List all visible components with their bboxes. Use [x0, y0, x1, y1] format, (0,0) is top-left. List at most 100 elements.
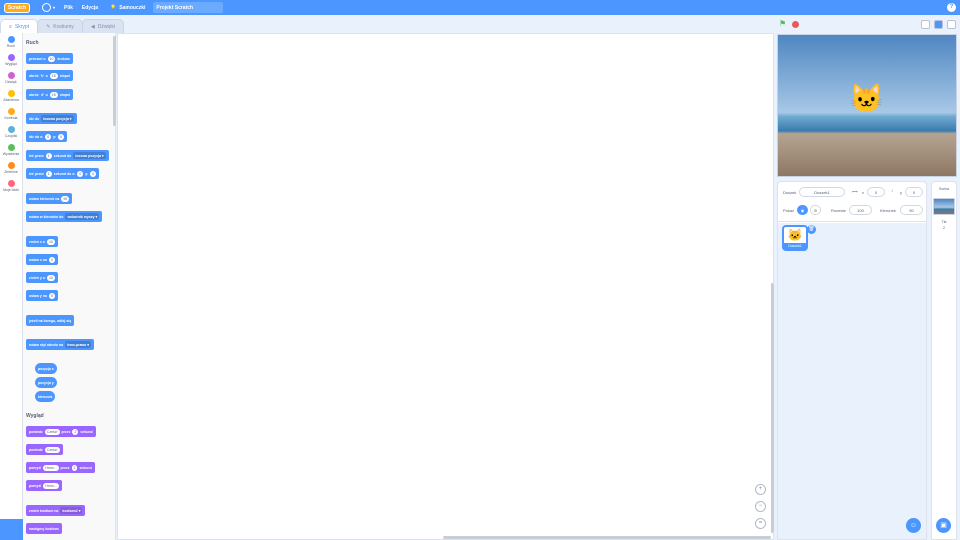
block-say-for[interactable]: powiedz Cześć! przez 2 sekund [26, 426, 96, 437]
language-globe-icon[interactable] [42, 3, 51, 12]
add-backdrop-button[interactable]: ▣ [936, 518, 951, 533]
project-title-input[interactable]: Projekt Scratch [153, 2, 224, 13]
add-extension-button[interactable] [0, 519, 23, 540]
palette-scrollbar[interactable] [113, 36, 116, 126]
menu-file[interactable]: Plik [64, 5, 73, 11]
category-dot-icon [7, 54, 15, 61]
block-text: idź do x: [29, 134, 44, 139]
help-icon[interactable]: ? [947, 3, 956, 12]
category-operators[interactable]: Wyrażenia [0, 141, 22, 159]
block-input[interactable]: Hmm... [43, 464, 59, 471]
show-visible-icon[interactable]: ◉ [797, 205, 808, 215]
add-sprite-button[interactable]: ☺ [906, 518, 921, 533]
x-input[interactable]: 0 [867, 187, 885, 197]
block-input[interactable]: 0 [90, 170, 97, 177]
block-change-x[interactable]: zmień x o 10 [26, 236, 58, 247]
tab-code[interactable]: ≡ Skrypt [0, 19, 39, 33]
block-rotation-style[interactable]: ustaw styl obrotu na lewo-prawo ▾ [26, 339, 95, 350]
block-think-for[interactable]: pomyśl Hmm... przez 2 sekund [26, 462, 95, 473]
block-turn-left[interactable]: obróć ↺ o 15 stopni [26, 89, 74, 100]
block-point-towards[interactable]: ustaw w kierunku do wskaźnik myszy ▾ [26, 211, 103, 222]
fullscreen-icon[interactable] [947, 20, 956, 29]
dropdown-value: losowa pozycja [75, 153, 101, 158]
zoom-reset-icon[interactable]: = [755, 518, 766, 529]
category-motion[interactable]: Ruch [0, 33, 22, 51]
block-input[interactable]: 1 [45, 152, 52, 159]
category-variables[interactable]: Zmienne [0, 159, 22, 177]
stage-selector[interactable]: Scena Tła 2 [931, 181, 957, 540]
normal-stage-icon[interactable] [934, 20, 943, 29]
block-dropdown[interactable]: wskaźnik myszy ▾ [65, 213, 100, 220]
block-input[interactable]: Cześć! [44, 428, 60, 435]
block-think[interactable]: pomyśl Hmm... [26, 480, 62, 491]
block-move[interactable]: przesuń o 10 kroków [26, 53, 73, 64]
category-sensing[interactable]: Czujniki [0, 123, 22, 141]
sprite-tile[interactable]: 🐱 Duszek1 🗑 [782, 225, 816, 251]
block-point-direction[interactable]: ustaw kierunek na 90 [26, 193, 73, 204]
block-input[interactable]: 2 [72, 428, 79, 435]
block-bounce[interactable]: jeżeli na brzegu, odbij się [26, 315, 75, 326]
block-dropdown[interactable]: losowa pozycja ▾ [41, 115, 74, 122]
small-stage-icon[interactable] [921, 20, 930, 29]
block-input[interactable]: 2 [71, 464, 78, 471]
block-text: idź do [29, 116, 40, 121]
menu-edit[interactable]: Edycja [82, 5, 98, 11]
block-goto-xy[interactable]: idź do x: 0 y: 0 [26, 131, 68, 142]
workspace-scrollbar-vertical[interactable] [771, 283, 774, 533]
block-set-y[interactable]: ustaw y na 0 [26, 290, 58, 301]
hide-icon[interactable]: ⊘ [810, 205, 821, 215]
trash-icon[interactable]: 🗑 [807, 225, 816, 234]
block-input[interactable]: 0 [48, 292, 55, 299]
block-input[interactable]: 0 [45, 133, 52, 140]
block-input[interactable]: 10 [46, 238, 55, 245]
zoom-in-icon[interactable]: + [755, 484, 766, 495]
block-change-y[interactable]: zmień y o 10 [26, 272, 58, 283]
block-dropdown[interactable]: kostium2 ▾ [60, 507, 83, 514]
block-input[interactable]: 0 [77, 170, 84, 177]
category-events[interactable]: Zdarzenia [0, 87, 22, 105]
y-input[interactable]: 0 [905, 187, 923, 197]
block-input[interactable]: 0 [48, 256, 55, 263]
scratch-logo[interactable]: Scratch [4, 2, 30, 13]
block-input[interactable]: 15 [49, 72, 58, 79]
block-input[interactable]: Hmm... [43, 482, 59, 489]
block-input[interactable]: 90 [61, 195, 70, 202]
workspace-scrollbar-horizontal[interactable] [443, 536, 771, 539]
block-dropdown[interactable]: lewo-prawo ▾ [65, 341, 92, 348]
cat-sprite-image[interactable]: 🐱 [849, 82, 884, 115]
menu-tutorials[interactable]: Samouczki [119, 5, 145, 11]
block-input[interactable]: 10 [46, 274, 55, 281]
block-turn-right[interactable]: obróć ↻ o 15 stopni [26, 70, 74, 81]
block-next-costume[interactable]: następny kostium [26, 523, 62, 534]
direction-input[interactable]: 90 [900, 205, 923, 215]
block-say[interactable]: powiedz Cześć! [26, 444, 63, 455]
category-my-blocks[interactable]: Moje bloki [0, 177, 22, 195]
tab-costumes[interactable]: ✎ Kostiumy [37, 19, 83, 33]
sprite-name-input[interactable]: Duszek1 [799, 187, 845, 197]
block-y-position[interactable]: pozycja y [35, 377, 57, 388]
block-goto[interactable]: idź do losowa pozycja ▾ [26, 113, 77, 124]
block-input[interactable]: 0 [58, 133, 65, 140]
stage-canvas[interactable]: 🐱 [777, 34, 957, 177]
size-input[interactable]: 100 [849, 205, 872, 215]
block-glide-to[interactable]: leć przez 1 sekund do losowa pozycja ▾ [26, 150, 109, 161]
chevron-down-icon[interactable]: ▾ [53, 5, 55, 10]
tab-sounds[interactable]: ◀ Dźwięki [81, 19, 124, 33]
block-input[interactable]: Cześć! [44, 446, 60, 453]
block-set-x[interactable]: ustaw x na 0 [26, 254, 58, 265]
block-input[interactable]: 15 [49, 91, 58, 98]
block-x-position[interactable]: pozycja x [35, 363, 57, 374]
block-glide-xy[interactable]: leć przez 1 sekund do x: 0 y: 0 [26, 168, 100, 179]
code-workspace[interactable] [117, 33, 774, 540]
block-direction[interactable]: kierunek [35, 391, 56, 402]
category-sound[interactable]: Dźwięk [0, 69, 22, 87]
block-input[interactable]: 1 [45, 170, 52, 177]
block-input[interactable]: 10 [47, 55, 56, 62]
block-dropdown[interactable]: losowa pozycja ▾ [73, 152, 106, 159]
green-flag-icon[interactable]: ⚑ [779, 19, 786, 28]
block-switch-costume[interactable]: zmień kostium na kostium2 ▾ [26, 505, 86, 516]
stop-icon[interactable] [792, 21, 799, 28]
zoom-out-icon[interactable]: − [755, 501, 766, 512]
category-control[interactable]: Kontrola [0, 105, 22, 123]
category-looks[interactable]: Wygląd [0, 51, 22, 69]
